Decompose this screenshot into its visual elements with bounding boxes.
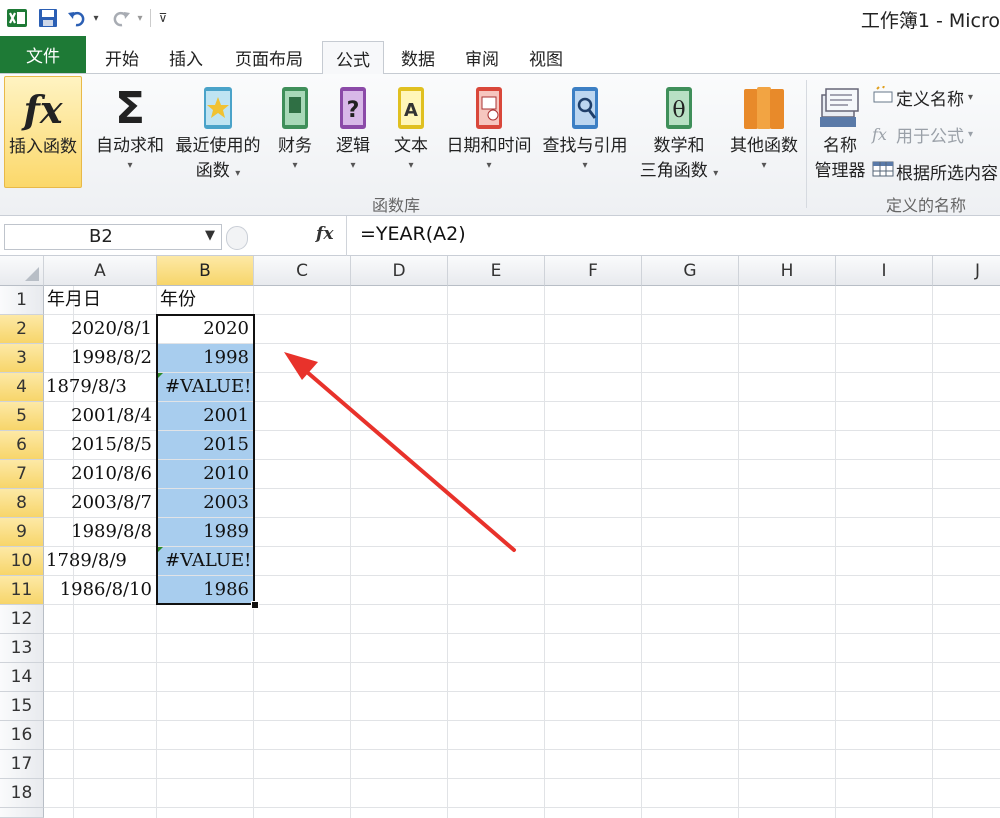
books-stack-icon (740, 82, 788, 134)
formula-input[interactable]: =YEAR(A2) (360, 223, 466, 245)
insert-function-fx-icon[interactable]: fx (316, 224, 333, 244)
tab-insert[interactable]: 插入 (156, 41, 216, 74)
excel-logo-icon[interactable] (4, 6, 30, 30)
create-from-selection-button[interactable]: 根据所选内容 (872, 158, 998, 184)
tab-data[interactable]: 数据 (388, 41, 448, 74)
logical-button[interactable]: ? 逻辑 ▾ (330, 76, 376, 188)
insert-function-button[interactable]: fx 插入函数 (4, 76, 82, 188)
more-functions-button[interactable]: 其他函数 ▾ (726, 76, 802, 188)
redo-icon[interactable] (110, 6, 132, 30)
tab-page-layout[interactable]: 页面布局 (222, 41, 316, 74)
text-book-icon: A (387, 82, 435, 134)
recently-used-button[interactable]: 最近使用的 函数 ▾ (170, 76, 266, 188)
redo-dropdown-icon[interactable]: ▾ (134, 6, 146, 30)
tab-home[interactable]: 开始 (92, 41, 152, 74)
magnifier-book-icon (561, 82, 609, 134)
fx-icon: fx (23, 86, 63, 132)
qat-separator (150, 9, 151, 27)
date-time-button[interactable]: 日期和时间 ▾ (442, 76, 536, 188)
undo-dropdown-icon[interactable]: ▾ (90, 6, 102, 30)
fx-small-icon: fx (872, 124, 887, 144)
save-icon[interactable] (36, 6, 60, 30)
sigma-icon: Σ (114, 82, 146, 134)
ribbon-tabs: 文件 开始 插入 页面布局 公式 数据 审阅 视图 (0, 36, 1000, 75)
worksheet-grid: A B C D E F G H I J 1 2 3 4 5 6 7 8 9 10… (0, 256, 1000, 818)
tab-formulas[interactable]: 公式 (322, 41, 384, 75)
define-name-button[interactable]: 定义名称 ▾ (872, 84, 973, 110)
window-title: 工作簿1 - Micro (860, 10, 1000, 32)
question-book-icon: ? (329, 82, 377, 134)
name-manager-icon (816, 82, 864, 134)
define-name-icon (872, 85, 896, 109)
formula-bar: B2 ▼ fx =YEAR(A2) (0, 216, 1000, 256)
autosum-button[interactable]: Σ 自动求和 ▾ (92, 76, 168, 188)
name-box-dropdown-icon[interactable]: ▼ (205, 228, 215, 243)
name-manager-button[interactable]: 名称 管理器 (810, 76, 870, 188)
book-star-icon (194, 82, 242, 134)
financial-book-icon (271, 82, 319, 134)
financial-button[interactable]: 财务 ▾ (272, 76, 318, 188)
math-trig-button[interactable]: θ 数学和 三角函数 ▾ (634, 76, 724, 188)
title-bar: ▾ ▾ ⊽ 工作簿1 - Micro (0, 0, 1000, 36)
name-box[interactable]: B2 ▼ (4, 224, 222, 250)
group-separator (806, 80, 807, 208)
ribbon: fx 插入函数 Σ 自动求和 ▾ 最近使用的 函数 ▾ 财务 ▾ ? 逻辑 ▾ (0, 74, 1000, 216)
defined-names-label: 定义的名称 (886, 196, 967, 215)
use-in-formula-button[interactable]: fx 用于公式 ▾ (872, 121, 973, 147)
svg-text:A: A (404, 100, 418, 121)
tab-file[interactable]: 文件 (0, 36, 86, 73)
calendar-book-icon (465, 82, 513, 134)
tab-view[interactable]: 视图 (516, 41, 576, 74)
text-button[interactable]: A 文本 ▾ (388, 76, 434, 188)
formula-bar-grip[interactable] (226, 226, 248, 250)
tab-review[interactable]: 审阅 (452, 41, 512, 74)
lookup-reference-button[interactable]: 查找与引用 ▾ (538, 76, 632, 188)
customize-qat-icon[interactable]: ⊽ (156, 6, 170, 30)
grid-icon (872, 160, 896, 183)
undo-icon[interactable] (66, 6, 88, 30)
svg-text:θ: θ (672, 98, 685, 123)
autosum-dropdown-icon: ▾ (127, 160, 133, 171)
function-library-label: 函数库 (372, 196, 421, 215)
red-arrow-annotation (284, 352, 516, 552)
svg-text:?: ? (347, 98, 360, 123)
theta-book-icon: θ (655, 82, 703, 134)
formula-divider (346, 216, 347, 256)
